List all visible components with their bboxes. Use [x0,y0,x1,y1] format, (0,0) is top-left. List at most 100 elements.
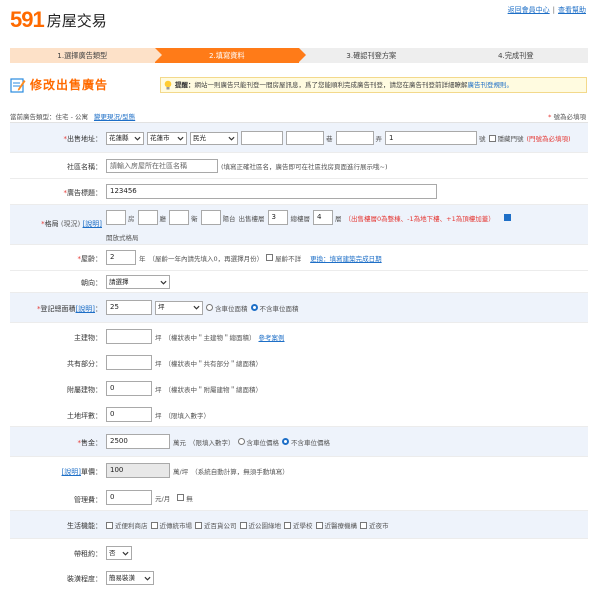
area-help-link[interactable]: [說明] [76,305,95,313]
chevron-down-icon [193,305,200,310]
number-input[interactable]: 1 [385,131,477,145]
price-label: *售金： [77,439,103,447]
decor-label: 裝潢程度： [67,575,102,583]
ad-title-input[interactable]: 123456 [106,184,437,199]
land-input[interactable]: 0 [106,407,152,422]
management-fee-label: 管理費： [74,496,102,504]
community-row: 社區名稱： 請輸入房屋所在社區名稱 (填寫正確社區名，廣告即可在社區找房頁面進行… [10,153,588,179]
price-without-parking-radio[interactable] [282,438,289,445]
logo-text: 房屋交易 [46,12,107,30]
chevron-down-icon [122,551,129,556]
unit-price-label: [說明]單價： [61,468,102,476]
unit-price-input: 100 [106,463,170,478]
balcony-input[interactable] [200,210,221,225]
bath-input[interactable] [169,210,189,225]
hide-number-label: 隱藏門號 [497,135,524,143]
required-note: * 號為必填項 [548,113,586,121]
address-label: *出售地址： [63,135,103,143]
ancillary-label: 附屬建物： [67,386,102,394]
lightbulb-icon [164,80,172,90]
listing-form: *出售地址： 花蓮縣 花蓮市 民光 巷 弄 1號 隱藏門號 (門號為必填項) 社… [10,122,588,591]
page-title-row: 修改出售廣告 [10,76,108,93]
step-1: 1.選擇廣告類型 [10,48,162,63]
address-row: *出售地址： 花蓮縣 花蓮市 民光 巷 弄 1號 隱藏門號 (門號為必填項) [10,123,588,153]
open-layout-checkbox[interactable] [503,214,511,221]
ancillary-input[interactable]: 0 [106,381,152,396]
alley-input[interactable] [335,131,374,145]
total-floor-label: 總樓層 [290,214,311,223]
age-label: *屋齡： [77,255,103,263]
living-option-checkbox[interactable] [239,521,247,529]
area-input[interactable]: 25 [106,300,152,315]
step-3: 3.確認刊登方案 [299,48,451,63]
community-label: 社區名稱： [67,163,102,171]
current-category: 當前廣告類型：住宅 - 公寓 [10,113,88,121]
unit-price-help-link[interactable]: [說明] [62,468,81,476]
facing-select[interactable]: 請選擇 [106,275,170,289]
price-input[interactable]: 2500 [106,434,170,449]
no-management-fee-checkbox[interactable] [177,494,185,501]
alley-unit: 弄 [375,135,383,143]
lease-select[interactable]: 否 [106,546,132,560]
management-fee-input[interactable]: 0 [106,490,152,505]
change-category-link[interactable]: 變更現況/型態 [94,113,135,121]
hall-input[interactable] [137,210,158,225]
living-option-checkbox[interactable] [315,521,323,529]
step-4: 4.完成刊登 [443,48,588,63]
living-row: 生活機能： 近便利商店 近傳統市場 近百貨公司 近公園綠地 近學校 近醫療機構 … [10,511,588,539]
common-area-row: 共有部分： 坪 （權狀表中＂共有部分＂總面積） [10,349,588,375]
layout-help-link[interactable]: [說明] [83,220,102,228]
decor-select[interactable]: 簡易裝潢 [106,571,154,585]
lease-label: 帶租約： [74,550,102,558]
layout-row: *格局 (現況) [說明] 房 廳 衛 陽台 出售樓層 3 總樓層 4層 （出售… [10,205,588,245]
hide-number-checkbox[interactable] [488,134,496,142]
district-select[interactable]: 民光 [190,131,238,145]
living-option-checkbox[interactable] [284,521,291,529]
chevron-down-icon [134,136,141,141]
total-floor-input[interactable]: 4 [313,210,333,225]
floor-input[interactable]: 3 [267,210,288,225]
page-title: 修改出售廣告 [30,78,109,92]
lease-row: 帶租約： 否 [10,539,588,565]
road-input[interactable] [241,131,283,145]
member-center-link[interactable]: 返回會員中心 [508,6,550,14]
ad-title-label: *廣告標題： [63,189,103,197]
age-hint: （屋齡一年內請先填入0，再選擇月份） [148,254,264,263]
living-option-checkbox[interactable] [106,521,113,529]
tip-banner: 提醒：網站一則廣告只能刊登一間房屋訊息，爲了您能順利完成廣告刊登，請您在廣告刊登… [160,77,587,93]
area-with-parking-radio[interactable] [206,304,213,311]
community-input[interactable]: 請輸入房屋所在社區名稱 [106,159,218,173]
living-option-checkbox[interactable] [195,521,202,529]
help-link[interactable]: 查看幫助 [558,6,586,14]
age-row: *屋齡： 2 年 （屋齡一年內請先填入0，再選擇月份） 屋齡不詳 更換：填寫建築… [10,245,588,271]
ad-title-row: *廣告標題： 123456 [10,179,588,205]
community-hint: (填寫正確社區名，廣告即可在社區找房頁面進行展示哦~) [221,163,388,171]
age-unknown-checkbox[interactable] [266,254,274,261]
step-2-current: 2.填寫資料 [154,48,306,63]
ad-rules-link[interactable]: 廣告刊登規則。 [468,81,514,89]
land-row: 土地坪數： 0 坪 （限填入數字） [10,401,588,427]
reference-example-link[interactable]: 參考案例 [259,332,285,342]
main-building-label: 主建物： [74,334,102,342]
site-logo[interactable]: 591 房屋交易 [10,9,107,31]
common-area-input[interactable] [106,355,152,370]
chevron-down-icon [228,136,235,141]
category-row: 當前廣告類型：住宅 - 公寓 變更現況/型態 [10,111,135,121]
land-label: 土地坪數： [67,412,102,420]
area-unit-select[interactable]: 坪 [155,300,203,315]
edit-icon [10,77,26,93]
layout-label: *格局 (現況) [說明] [41,220,102,228]
lane-input[interactable] [286,131,324,145]
room-input[interactable] [106,210,126,225]
age-input[interactable]: 2 [106,250,136,265]
city-select[interactable]: 花蓮市 [147,131,187,145]
county-select[interactable]: 花蓮縣 [106,131,144,145]
living-option-checkbox[interactable] [360,521,367,529]
price-with-parking-radio[interactable] [237,438,245,445]
living-option-checkbox[interactable] [150,521,158,529]
area-without-parking-radio[interactable] [250,304,258,311]
tip-label: 提醒： [175,81,195,89]
open-layout-label: 開放式格局 [106,234,139,242]
build-date-link[interactable]: 更換：填寫建築完成日期 [310,253,382,263]
main-building-input[interactable] [106,329,152,344]
